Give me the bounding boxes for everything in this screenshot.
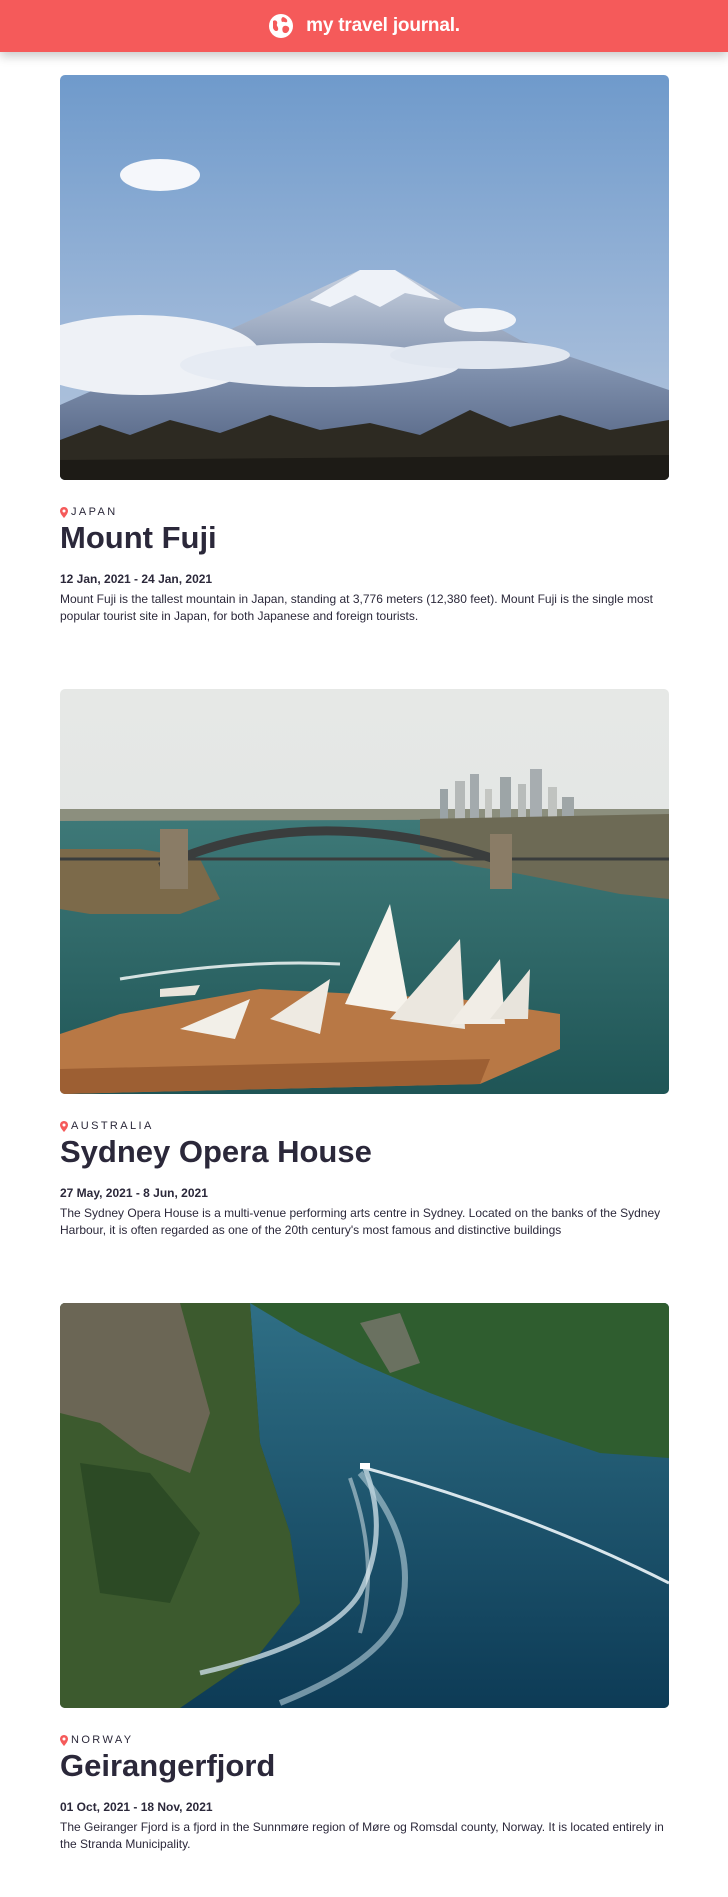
entry-photo-geirangerfjord xyxy=(60,1303,669,1708)
journal-entry: AUSTRALIA Sydney Opera House 27 May, 202… xyxy=(60,689,669,1303)
entry-dates: 01 Oct, 2021 - 18 Nov, 2021 xyxy=(60,1800,213,1814)
app-header: my travel journal. xyxy=(0,0,728,52)
journal-entries: JAPAN Mount Fuji 12 Jan, 2021 - 24 Jan, … xyxy=(0,52,728,1897)
globe-icon xyxy=(268,13,294,39)
entry-dates: 27 May, 2021 - 8 Jun, 2021 xyxy=(60,1186,208,1200)
entry-title: Mount Fuji xyxy=(60,520,217,555)
travel-journal-page: my travel journal. JAPAN Mount Fuji 12 J… xyxy=(0,0,728,1897)
map-pin-icon xyxy=(60,506,68,518)
entry-location-label: NORWAY xyxy=(71,1734,134,1746)
journal-entry: JAPAN Mount Fuji 12 Jan, 2021 - 24 Jan, … xyxy=(60,75,669,689)
entry-location: AUSTRALIA xyxy=(60,1120,669,1132)
entry-location-label: AUSTRALIA xyxy=(71,1120,154,1132)
entry-title: Geirangerfjord xyxy=(60,1748,276,1783)
entry-description: The Sydney Opera House is a multi-venue … xyxy=(60,1206,661,1237)
entry-photo-sydney-opera-house xyxy=(60,689,669,1094)
map-pin-icon xyxy=(60,1734,68,1746)
entry-photo-mount-fuji xyxy=(60,75,669,480)
entry-description: The Geiranger Fjord is a fjord in the Su… xyxy=(60,1820,664,1851)
map-pin-icon xyxy=(60,1120,68,1132)
entry-location-label: JAPAN xyxy=(71,506,118,518)
entry-description: Mount Fuji is the tallest mountain in Ja… xyxy=(60,592,653,623)
entry-dates: 12 Jan, 2021 - 24 Jan, 2021 xyxy=(60,572,213,586)
entry-location: JAPAN xyxy=(60,506,669,518)
entry-location: NORWAY xyxy=(60,1734,669,1746)
app-title: my travel journal. xyxy=(306,15,460,36)
journal-entry: NORWAY Geirangerfjord 01 Oct, 2021 - 18 … xyxy=(60,1303,669,1897)
entry-title: Sydney Opera House xyxy=(60,1134,372,1169)
